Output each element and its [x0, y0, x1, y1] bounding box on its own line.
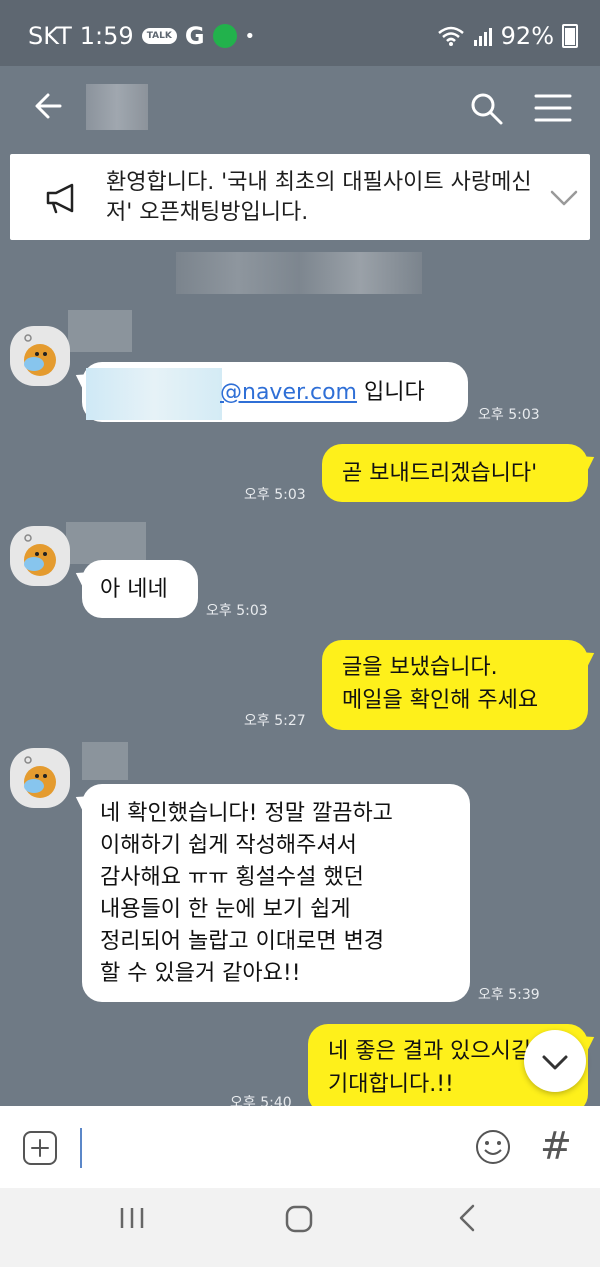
message-text: 네 좋은 결과 있으시길 — [328, 1039, 532, 1064]
message-text: 아 네네 — [100, 577, 168, 602]
ryan-avatar-icon — [24, 756, 56, 798]
message-time: 오후 5:39 — [478, 987, 540, 1003]
emoji-icon[interactable] — [474, 1128, 512, 1166]
message-bubble[interactable]: 네 확인했습니다! 정말 깔끔하고 이해하기 쉽게 작성해주셔서 감사해요 ㅠㅠ… — [82, 784, 470, 1002]
email-link[interactable]: @naver.com — [220, 380, 357, 405]
menu-icon[interactable] — [534, 92, 572, 124]
message-text: 내용들이 한 눈에 보기 쉽게 — [100, 897, 351, 922]
system-navigation-bar — [0, 1188, 600, 1267]
avatar[interactable] — [10, 748, 70, 808]
megaphone-icon — [46, 183, 74, 214]
chevron-down-icon — [542, 1055, 568, 1070]
message-text: 입니다 — [356, 380, 425, 405]
message-text: 곧 보내드리겠습니다' — [342, 461, 538, 486]
notice-banner[interactable]: 환영합니다. '국내 최초의 대필사이트 사랑메신저' 오픈채팅방입니다. — [10, 154, 590, 240]
signal-icon — [473, 28, 492, 46]
plus-icon[interactable] — [22, 1130, 58, 1166]
message-time: 오후 5:27 — [244, 713, 306, 729]
blurred-divider — [176, 252, 422, 294]
clock-time: 1:59 — [79, 22, 134, 50]
message-bubble[interactable]: 글을 보냈습니다. 메일을 확인해 주세요 — [322, 640, 588, 730]
chevron-down-icon[interactable] — [548, 184, 580, 212]
message-input[interactable] — [80, 1128, 82, 1168]
sender-name-blurred — [82, 742, 128, 780]
message-composer: # — [0, 1106, 600, 1188]
avatar[interactable] — [10, 326, 70, 386]
kakaotalk-notification-icon: TALK — [141, 28, 177, 44]
message-time: 오후 5:03 — [244, 487, 306, 503]
email-local-part-blurred — [86, 368, 222, 420]
chat-header — [0, 66, 600, 150]
chat-title-blurred — [86, 84, 148, 130]
search-icon[interactable] — [468, 90, 504, 126]
message-text: 메일을 확인해 주세요 — [342, 688, 539, 713]
battery-icon — [562, 24, 578, 48]
message-text: 기대합니다.!! — [328, 1072, 454, 1097]
message-text: 글을 보냈습니다. — [342, 655, 498, 680]
message-text: 이해하기 쉽게 작성해주셔서 — [100, 833, 357, 858]
app-notification-icon — [212, 24, 237, 48]
message-bubble[interactable]: @naver.com 입니다 — [82, 362, 468, 422]
message-text: 정리되어 놀랍고 이대로면 변경 — [100, 929, 385, 954]
wifi-icon — [437, 26, 464, 46]
more-notifications-dot: • — [244, 25, 256, 47]
avatar[interactable] — [10, 526, 70, 586]
ryan-avatar-icon — [24, 534, 56, 576]
back-icon[interactable] — [456, 1202, 478, 1234]
message-text: 감사해요 ㅠㅠ 횡설수설 했던 — [100, 865, 364, 890]
home-icon[interactable] — [284, 1204, 314, 1234]
status-bar: SKT 1:59 TALK G • 92% — [0, 0, 600, 66]
google-icon: G — [184, 22, 205, 50]
sender-name-blurred — [68, 310, 132, 352]
recent-apps-icon[interactable] — [118, 1206, 146, 1230]
message-text: 네 확인했습니다! 정말 깔끔하고 — [100, 801, 393, 826]
carrier-label: SKT — [28, 22, 72, 50]
message-text: 할 수 있을거 같아요!! — [100, 961, 301, 986]
ryan-avatar-icon — [24, 334, 56, 376]
message-time: 오후 5:03 — [478, 407, 540, 423]
back-arrow-icon[interactable] — [30, 86, 70, 126]
hash-icon[interactable]: # — [540, 1124, 572, 1168]
message-time: 오후 5:03 — [206, 603, 268, 619]
notice-text: 환영합니다. '국내 최초의 대필사이트 사랑메신저' 오픈채팅방입니다. — [106, 170, 532, 225]
sender-name-blurred — [66, 522, 146, 564]
scroll-to-bottom-button[interactable] — [524, 1030, 586, 1092]
message-bubble[interactable]: 아 네네 — [82, 560, 198, 618]
battery-percent: 92% — [500, 22, 554, 50]
message-bubble[interactable]: 곧 보내드리겠습니다' — [322, 444, 588, 502]
